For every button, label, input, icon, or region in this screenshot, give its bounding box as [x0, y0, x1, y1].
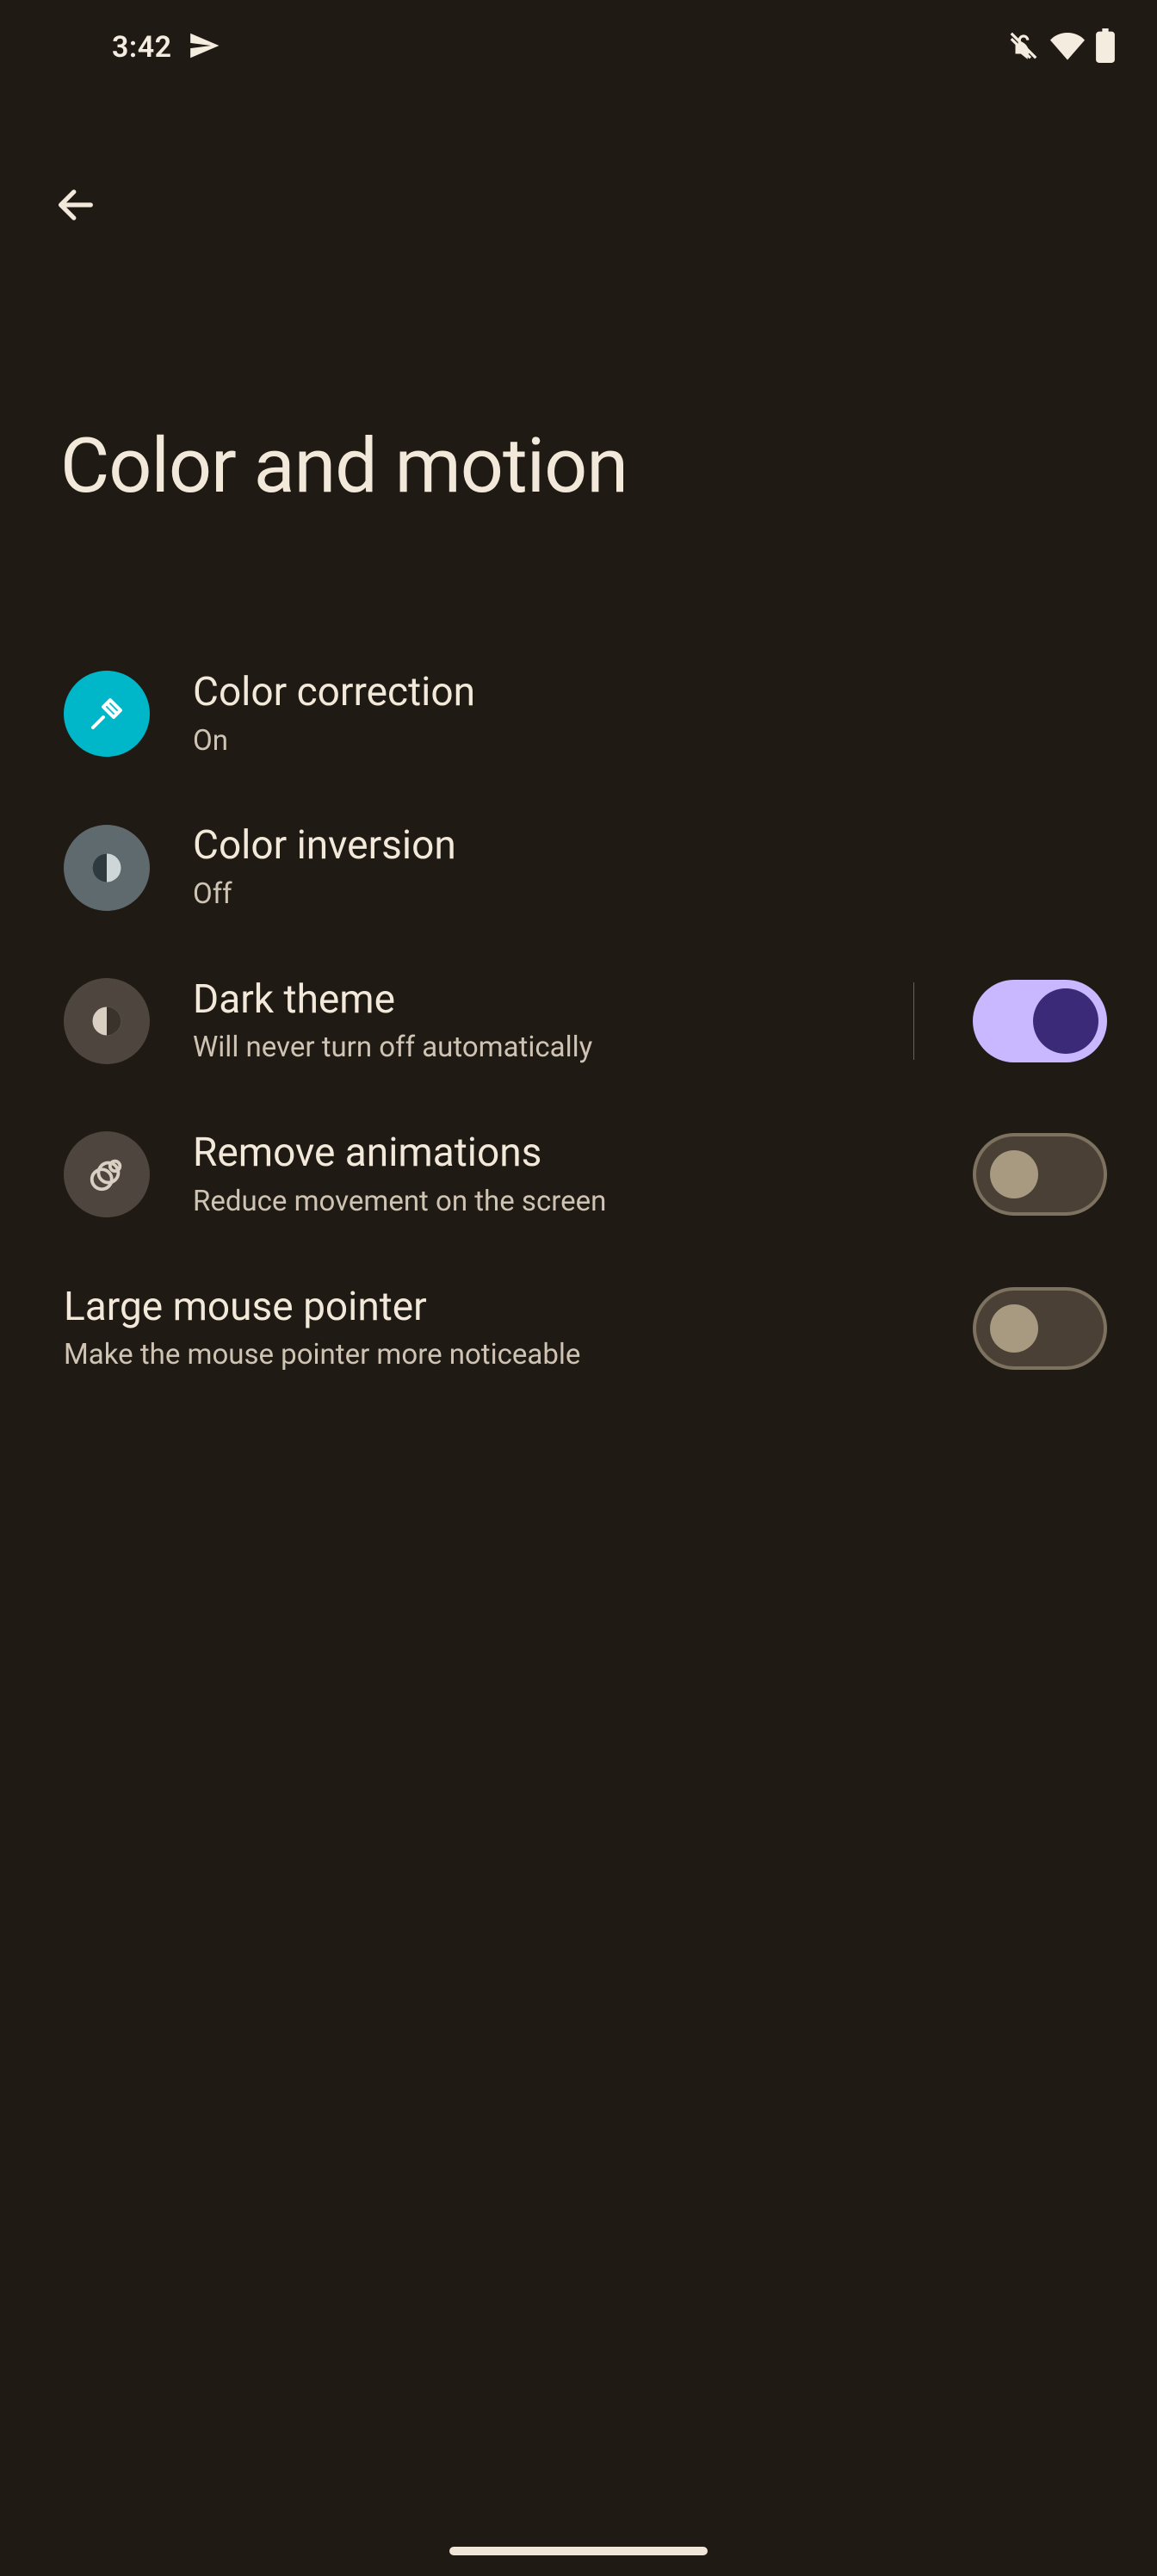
- eyedropper-icon: [64, 671, 150, 757]
- toggle-knob: [990, 1150, 1038, 1198]
- row-title: Large mouse pointer: [64, 1283, 930, 1333]
- row-texts: Color inversion Off: [193, 821, 1107, 913]
- status-bar: 3:42: [0, 0, 1157, 95]
- row-title: Remove animations: [193, 1129, 930, 1179]
- toggle-knob: [1033, 988, 1098, 1054]
- animation-icon: [64, 1131, 150, 1217]
- status-left: 3:42: [112, 29, 220, 65]
- row-divider: [913, 982, 914, 1060]
- send-icon: [188, 29, 220, 65]
- row-subtitle: Reduce movement on the screen: [193, 1184, 930, 1221]
- row-subtitle: Make the mouse pointer more noticeable: [64, 1337, 930, 1374]
- mute-icon: [1007, 29, 1040, 65]
- row-subtitle: Off: [193, 876, 1107, 913]
- row-subtitle: On: [193, 723, 1107, 760]
- row-remove-animations[interactable]: Remove animations Reduce movement on the…: [0, 1098, 1157, 1251]
- settings-list: Color correction On Color inversion Off …: [0, 637, 1157, 1405]
- toggle-large-mouse-pointer[interactable]: [973, 1287, 1107, 1370]
- wifi-icon: [1050, 28, 1085, 66]
- arrow-left-icon: [53, 183, 98, 231]
- back-button[interactable]: [41, 172, 110, 241]
- row-title: Dark theme: [193, 975, 870, 1025]
- row-color-correction[interactable]: Color correction On: [0, 637, 1157, 790]
- row-texts: Dark theme Will never turn off automatic…: [193, 975, 870, 1067]
- status-right: [1007, 28, 1116, 66]
- row-texts: Large mouse pointer Make the mouse point…: [64, 1283, 930, 1374]
- row-texts: Color correction On: [193, 668, 1107, 759]
- toggle-knob: [990, 1304, 1038, 1353]
- row-title: Color inversion: [193, 821, 1107, 871]
- row-texts: Remove animations Reduce movement on the…: [193, 1129, 930, 1220]
- invert-colors-icon: [64, 825, 150, 911]
- row-dark-theme[interactable]: Dark theme Will never turn off automatic…: [0, 944, 1157, 1098]
- row-color-inversion[interactable]: Color inversion Off: [0, 790, 1157, 944]
- contrast-icon: [64, 978, 150, 1064]
- status-time: 3:42: [112, 30, 172, 65]
- toggle-remove-animations[interactable]: [973, 1133, 1107, 1216]
- gesture-nav-bar[interactable]: [449, 2547, 708, 2555]
- row-title: Color correction: [193, 668, 1107, 718]
- row-large-mouse-pointer[interactable]: Large mouse pointer Make the mouse point…: [0, 1252, 1157, 1405]
- toggle-dark-theme[interactable]: [973, 980, 1107, 1062]
- page-title: Color and motion: [60, 422, 628, 511]
- battery-icon: [1095, 28, 1116, 66]
- row-subtitle: Will never turn off automatically: [193, 1030, 870, 1067]
